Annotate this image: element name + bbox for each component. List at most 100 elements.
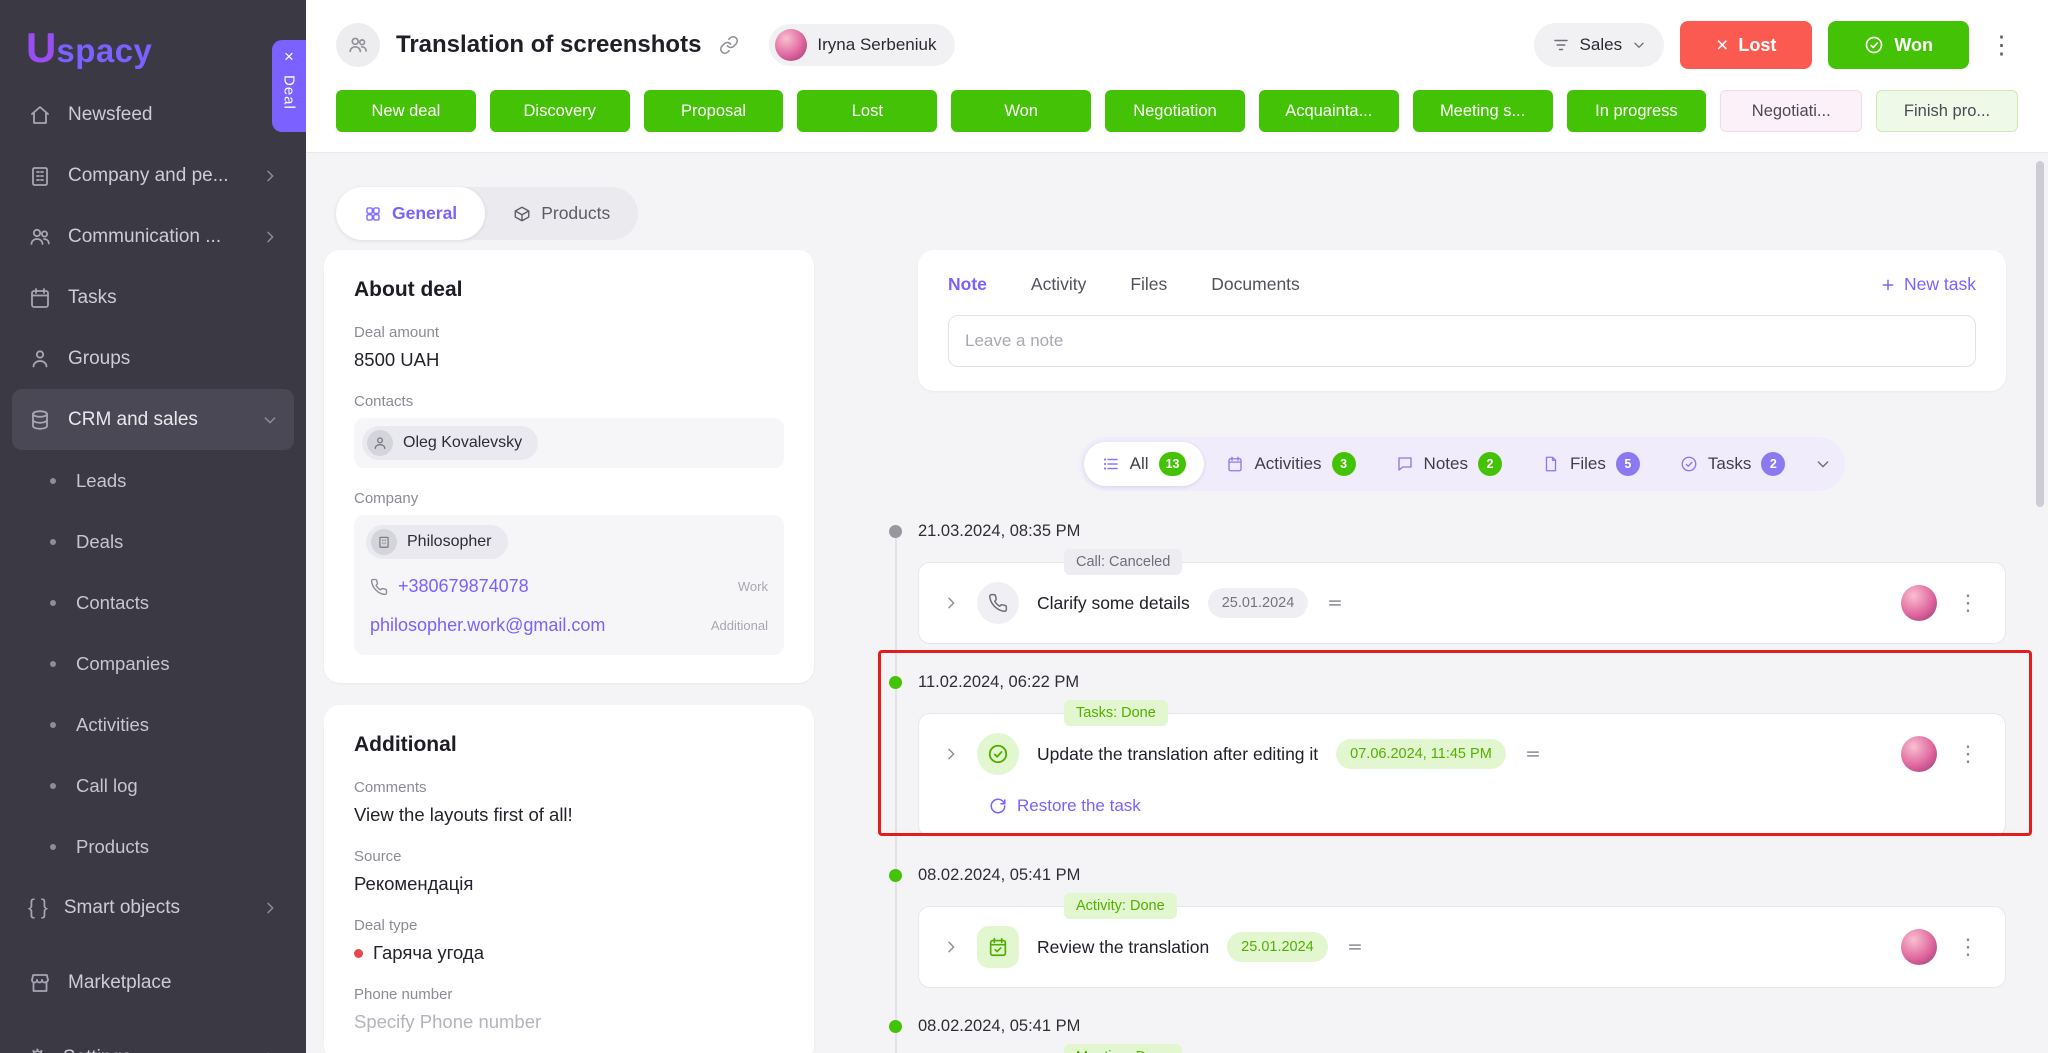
sidebar-item-tasks[interactable]: Tasks [12,267,294,328]
won-button[interactable]: Won [1828,21,1969,69]
sidebar-item-products[interactable]: Products [12,816,294,877]
calendar-icon [28,286,52,310]
new-task-button[interactable]: New task [1880,274,1976,295]
sidebar-item-label: Deals [76,531,123,553]
stage-button[interactable]: Lost [797,90,937,132]
chevron-right-icon [262,900,278,916]
sidebar-item-marketplace[interactable]: Marketplace [12,952,294,1013]
deal-tab[interactable]: × Deal [272,40,306,132]
kebab-menu-icon[interactable]: ⋮ [1955,592,1981,614]
sidebar-item-activities[interactable]: Activities [12,694,294,755]
link-icon[interactable] [719,35,739,55]
description-icon [1346,938,1364,956]
stage-button[interactable]: In progress [1567,90,1707,132]
contacts-row: Oleg Kovalevsky [354,418,784,468]
lost-button[interactable]: × Lost [1680,21,1812,69]
stage-button[interactable]: Discovery [490,90,630,132]
sidebar-item-call-log[interactable]: Call log [12,755,294,816]
timeline-entry: 21.03.2024, 08:35 PM Call: Canceled Clar… [876,519,2036,644]
tab-products[interactable]: Products [485,187,638,240]
tab-note[interactable]: Note [948,274,987,295]
composer-tabs: Note Activity Files Documents New task [948,274,1976,295]
filter-activities[interactable]: Activities 3 [1208,442,1373,486]
phone-number-field[interactable] [354,1011,784,1033]
entry-date: 11.02.2024, 06:22 PM [918,673,1079,692]
entry-title[interactable]: Clarify some details [1037,593,1190,614]
field-label: Phone number [354,986,784,1003]
stage-button[interactable]: Won [951,90,1091,132]
about-deal-card: About deal Deal amount 8500 UAH Contacts… [324,250,814,683]
company-chip[interactable]: Philosopher [366,525,508,559]
sidebar-item-label: Companies [76,653,170,675]
grid-icon [364,205,382,223]
tab-files[interactable]: Files [1130,274,1167,295]
due-date-chip: 07.06.2024, 11:45 PM [1336,739,1506,769]
owner-chip[interactable]: Iryna Serbeniuk [769,24,954,66]
gear-icon: ⚙ [28,1047,47,1053]
tab-general[interactable]: General [336,187,485,240]
filter-notes[interactable]: Notes 2 [1378,442,1520,486]
deal-amount-value: 8500 UAH [354,349,784,371]
sidebar-item-label: Newsfeed [68,104,153,126]
topbar: Translation of screenshots Iryna Serbeni… [306,0,2048,153]
sidebar-item-contacts[interactable]: Contacts [12,572,294,633]
chevron-down-icon[interactable] [1815,456,1831,472]
expand-chevron-icon[interactable] [943,939,959,955]
contact-chip[interactable]: Oleg Kovalevsky [362,426,538,460]
company-email[interactable]: philosopher.work@gmail.com [370,615,605,636]
entry-row: Clarify some details 25.01.2024 ⋮ [919,563,2005,643]
crm-icon [28,408,52,432]
timeline-dot [889,525,902,538]
sidebar-item-leads[interactable]: Leads [12,450,294,511]
expand-chevron-icon[interactable] [943,595,959,611]
filter-files[interactable]: Files 5 [1524,442,1658,486]
entry-title[interactable]: Update the translation after editing it [1037,744,1318,765]
stage-button[interactable]: Negotiati... [1720,90,1862,132]
hot-deal-dot-icon [354,949,363,958]
sidebar-item-companies[interactable]: Companies [12,633,294,694]
chevron-down-icon [1632,38,1646,52]
stage-button[interactable]: Acquainta... [1259,90,1399,132]
sidebar-item-newsfeed[interactable]: Newsfeed [12,84,294,145]
filter-tasks[interactable]: Tasks 2 [1662,442,1803,486]
note-icon [1396,455,1414,473]
filter-all[interactable]: All 13 [1084,442,1205,486]
sidebar-item-company-and-people[interactable]: Company and pe... [12,145,294,206]
stage-button[interactable]: Negotiation [1105,90,1245,132]
field-label: Contacts [354,393,784,410]
kebab-menu-icon[interactable]: ⋮ [1955,936,1981,958]
chevron-right-icon [262,1050,278,1053]
kebab-menu-icon[interactable]: ⋮ [1985,33,2018,58]
company-phone[interactable]: +380679874078 [398,576,529,597]
tab-activity[interactable]: Activity [1031,274,1086,295]
scrollbar-thumb[interactable] [2036,161,2044,507]
kebab-menu-icon[interactable]: ⋮ [1955,743,1981,765]
status-badge: Activity: Done [1064,893,1177,919]
sidebar-item-groups[interactable]: Groups [12,328,294,389]
close-icon[interactable]: × [284,48,294,65]
sidebar-item-settings[interactable]: ⚙ Settings [12,1027,294,1053]
sidebar-item-deals[interactable]: Deals [12,511,294,572]
filter-count-badge: 2 [1478,452,1502,476]
entry-head: 08.02.2024, 05:41 PM [876,863,2036,887]
stage-button[interactable]: Meeting s... [1413,90,1553,132]
filter-label: All [1130,454,1149,474]
person-icon [367,430,393,456]
stage-button[interactable]: Finish pro... [1876,90,2018,132]
pipeline-selector[interactable]: Sales [1534,23,1665,67]
plus-icon [1880,277,1896,293]
sidebar-item-communication[interactable]: Communication ... [12,206,294,267]
restore-task-button[interactable]: Restore the task [919,794,2005,836]
field-label: Comments [354,779,784,796]
stage-button[interactable]: New deal [336,90,476,132]
entry-title[interactable]: Review the translation [1037,937,1209,958]
tab-documents[interactable]: Documents [1211,274,1300,295]
stage-button[interactable]: Proposal [644,90,784,132]
sidebar-item-smart-objects[interactable]: { } Smart objects [12,877,294,938]
note-input[interactable] [948,315,1976,367]
restore-task-label: Restore the task [1017,796,1141,816]
sidebar-item-crm-and-sales[interactable]: CRM and sales [12,389,294,450]
assignee-avatar [1901,736,1937,772]
expand-chevron-icon[interactable] [943,746,959,762]
app-logo[interactable]: U spacy [0,0,306,84]
